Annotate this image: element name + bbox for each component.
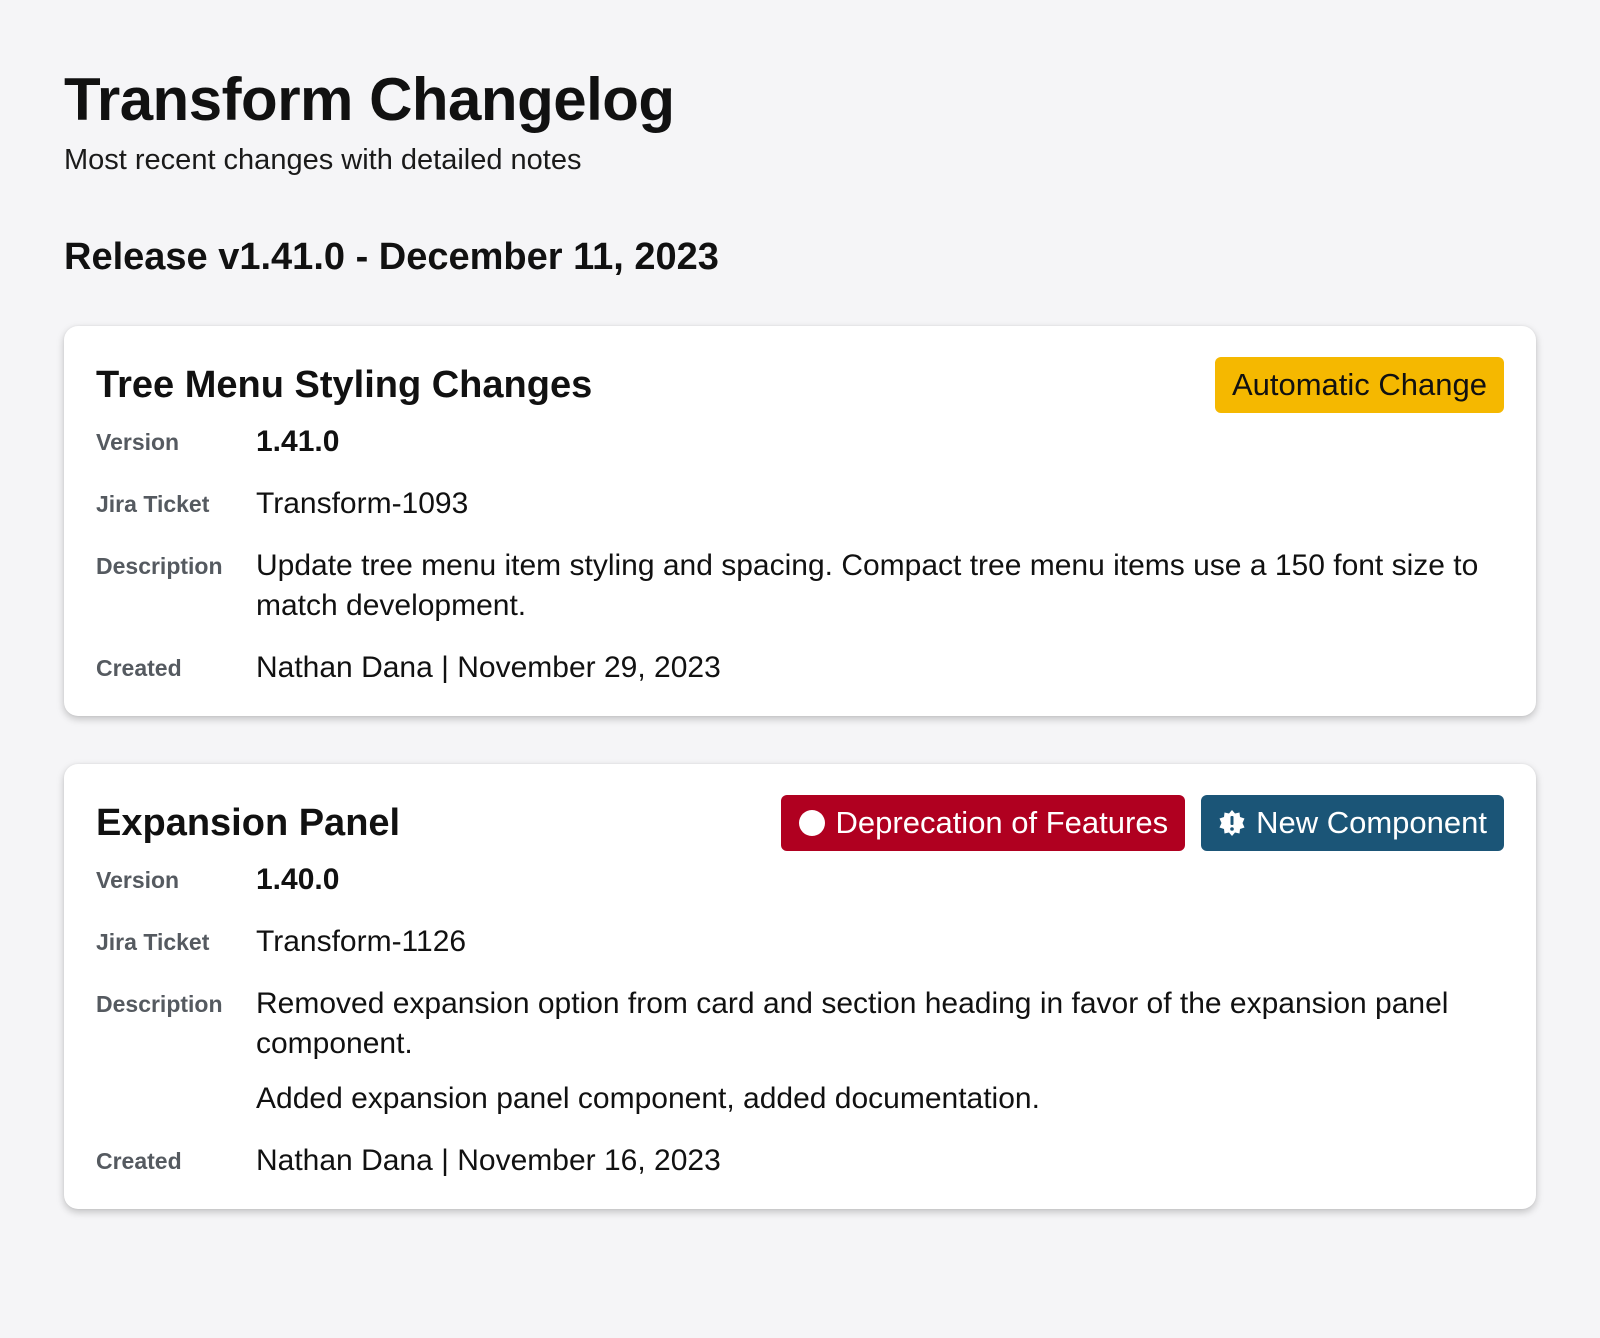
automatic-change-badge: Automatic Change xyxy=(1214,357,1504,413)
release-heading: Release v1.41.0 - December 11, 2023 xyxy=(64,236,719,278)
jira-value: Transform-1126 xyxy=(256,925,467,958)
badge-label: New Component xyxy=(1256,805,1487,840)
version-row: Version 1.41.0 xyxy=(96,422,1504,462)
created-label: Created xyxy=(96,655,182,681)
version-value: 1.41.0 xyxy=(256,425,340,458)
page-subtitle: Most recent changes with detailed notes xyxy=(64,144,582,176)
description-row: Description Update tree menu item stylin… xyxy=(96,546,1504,626)
created-value: Nathan Dana | November 29, 2023 xyxy=(256,651,721,684)
created-value: Nathan Dana | November 16, 2023 xyxy=(256,1144,721,1177)
description-row: Description Removed expansion option fro… xyxy=(96,984,1504,1119)
card-title: Expansion Panel xyxy=(96,802,401,844)
badge-label: Deprecation of Features xyxy=(835,805,1169,840)
card-header: Tree Menu Styling Changes Automatic Chan… xyxy=(96,356,1504,414)
badge-group: Automatic Change xyxy=(1214,357,1504,413)
description-paragraph: Added expansion panel component, added d… xyxy=(256,1082,1040,1115)
card-header: Expansion Panel Deprecation of Features xyxy=(96,794,1504,852)
created-row: Created Nathan Dana | November 16, 2023 xyxy=(96,1141,1504,1181)
created-label: Created xyxy=(96,1148,182,1174)
version-label: Version xyxy=(96,429,180,455)
changelog-page: Transform Changelog Most recent changes … xyxy=(64,60,1536,1209)
description-label: Description xyxy=(96,553,223,579)
created-row: Created Nathan Dana | November 29, 2023 xyxy=(96,648,1504,688)
version-value: 1.40.0 xyxy=(256,863,340,896)
jira-label: Jira Ticket xyxy=(96,491,210,517)
description-value: Update tree menu item styling and spacin… xyxy=(256,546,1504,626)
badge-group: Deprecation of Features New Component xyxy=(780,795,1504,851)
jira-row: Jira Ticket Transform-1093 xyxy=(96,484,1504,524)
jira-value: Transform-1093 xyxy=(256,487,469,520)
description-paragraph: Removed expansion option from card and s… xyxy=(256,987,1449,1060)
description-label: Description xyxy=(96,991,223,1017)
page-title: Transform Changelog xyxy=(64,66,675,133)
changelog-card: Expansion Panel Deprecation of Features xyxy=(64,764,1536,1209)
badge-label: Automatic Change xyxy=(1231,367,1487,402)
version-row: Version 1.40.0 xyxy=(96,860,1504,900)
description-value: Removed expansion option from card and s… xyxy=(256,984,1504,1119)
card-title: Tree Menu Styling Changes xyxy=(96,364,593,406)
jira-label: Jira Ticket xyxy=(96,929,210,955)
changelog-card: Tree Menu Styling Changes Automatic Chan… xyxy=(64,326,1536,716)
new-badge-icon xyxy=(1218,809,1246,837)
jira-row: Jira Ticket Transform-1126 xyxy=(96,922,1504,962)
new-component-badge: New Component xyxy=(1201,795,1504,851)
deprecation-badge: Deprecation of Features xyxy=(780,795,1186,851)
circle-icon xyxy=(798,809,826,837)
version-label: Version xyxy=(96,867,180,893)
description-paragraph: Update tree menu item styling and spacin… xyxy=(256,549,1479,622)
